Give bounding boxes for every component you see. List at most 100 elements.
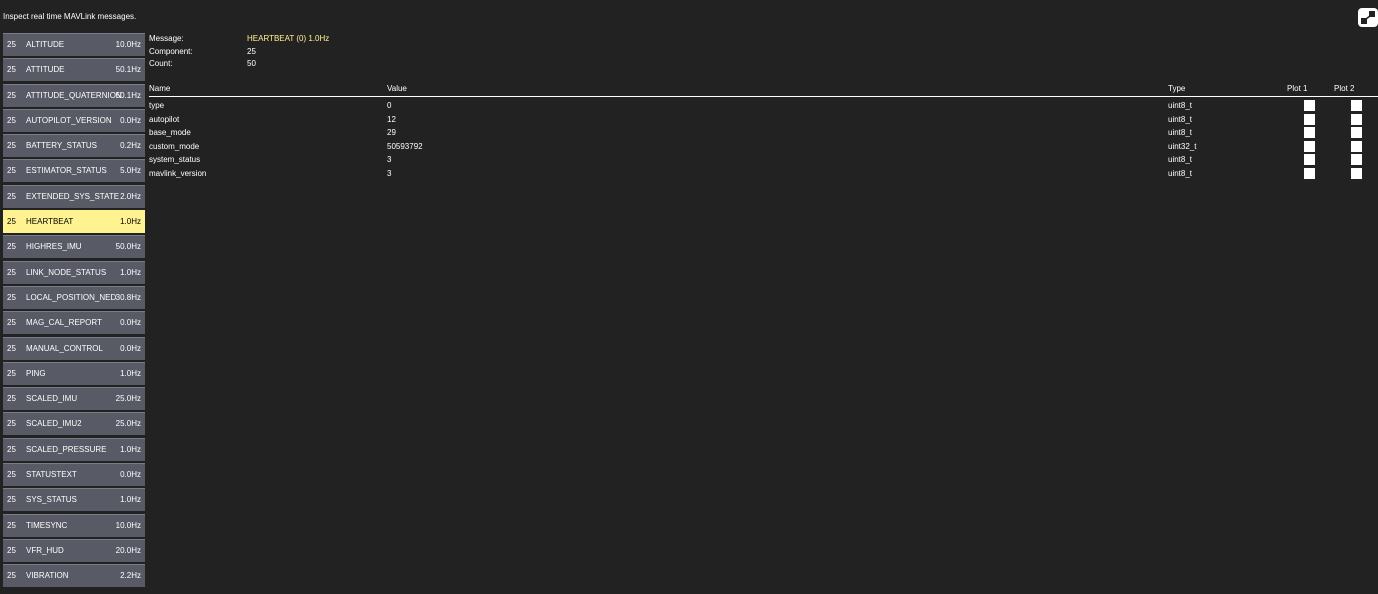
message-rate: 1.0Hz	[120, 267, 141, 277]
message-component: 25	[7, 419, 16, 429]
plot2-checkbox[interactable]	[1351, 127, 1362, 139]
message-name: SCALED_IMU2	[26, 419, 82, 429]
message-item-heartbeat[interactable]: 25 HEARTBEAT 1.0Hz	[3, 210, 145, 234]
message-name: TIMESYNC	[26, 520, 68, 530]
message-item-ping[interactable]: 25 PING 1.0Hz	[3, 361, 145, 385]
plot2-checkbox[interactable]	[1351, 167, 1362, 179]
message-name: VFR_HUD	[26, 545, 64, 555]
message-rate: 50.1Hz	[115, 65, 141, 75]
message-component: 25	[7, 394, 16, 404]
table-row: system_status 3 uint8_t	[149, 153, 1378, 167]
message-name: SCALED_IMU	[26, 394, 78, 404]
message-rate: 0.2Hz	[120, 141, 141, 151]
header-type: Type	[1168, 84, 1186, 93]
message-item-local-position-ned[interactable]: 25 LOCAL_POSITION_NED 30.8Hz	[3, 285, 145, 309]
field-name: system_status	[149, 155, 201, 165]
field-table-header: Name Value Type Plot 1 Plot 2	[149, 84, 1378, 97]
message-component: 25	[7, 90, 16, 100]
plot1-checkbox[interactable]	[1304, 167, 1315, 179]
message-name: LINK_NODE_STATUS	[26, 267, 107, 277]
plot1-checkbox[interactable]	[1304, 100, 1315, 111]
message-component: 25	[7, 444, 16, 454]
message-name: LOCAL_POSITION_NED	[26, 292, 117, 302]
message-item-statustext[interactable]: 25 STATUSTEXT 0.0Hz	[3, 463, 145, 487]
message-rate: 5.0Hz	[120, 166, 141, 176]
message-name: MAG_CAL_REPORT	[26, 318, 102, 328]
message-component: 25	[7, 571, 16, 581]
field-type: uint8_t	[1168, 128, 1193, 138]
plot1-checkbox[interactable]	[1304, 140, 1315, 152]
message-item-scaled-imu[interactable]: 25 SCALED_IMU 25.0Hz	[3, 387, 145, 411]
message-name: PING	[26, 368, 46, 378]
plot2-checkbox[interactable]	[1351, 154, 1362, 166]
table-row: autopilot 12 uint8_t	[149, 113, 1378, 127]
field-value: 29	[387, 128, 396, 138]
message-component: 25	[7, 495, 16, 505]
message-name: HEARTBEAT	[26, 217, 74, 227]
message-rate: 2.2Hz	[120, 571, 141, 581]
message-item-autopilot-version[interactable]: 25 AUTOPILOT_VERSION 0.0Hz	[3, 108, 145, 132]
header-plot2: Plot 2	[1334, 84, 1355, 93]
message-name: SCALED_PRESSURE	[26, 444, 107, 454]
field-type: uint8_t	[1168, 101, 1193, 110]
message-component: 25	[7, 217, 16, 227]
message-component: 25	[7, 292, 16, 302]
message-item-manual-control[interactable]: 25 MANUAL_CONTROL 0.0Hz	[3, 336, 145, 360]
message-component: 25	[7, 65, 16, 75]
message-item-scaled-pressure[interactable]: 25 SCALED_PRESSURE 1.0Hz	[3, 437, 145, 461]
plot1-checkbox[interactable]	[1304, 154, 1315, 166]
message-item-altitude[interactable]: 25 ALTITUDE 10.0Hz	[3, 33, 145, 56]
message-item-vibration[interactable]: 25 VIBRATION 2.2Hz	[3, 564, 145, 588]
message-item-battery-status[interactable]: 25 BATTERY_STATUS 0.2Hz	[3, 134, 145, 158]
message-component: 25	[7, 368, 16, 378]
message-name: BATTERY_STATUS	[26, 141, 97, 151]
message-name: HIGHRES_IMU	[26, 242, 82, 252]
field-type: uint8_t	[1168, 155, 1193, 165]
message-name: ALTITUDE	[26, 40, 65, 49]
message-item-sys-status[interactable]: 25 SYS_STATUS 1.0Hz	[3, 488, 145, 512]
message-item-attitude-quaternion[interactable]: 25 ATTITUDE_QUATERNION 50.1Hz	[3, 83, 145, 107]
message-rate: 0.0Hz	[120, 343, 141, 353]
count-info-row: Count: 50	[149, 58, 449, 71]
field-value: 3	[387, 168, 392, 178]
message-rate: 20.0Hz	[115, 545, 141, 555]
table-row: custom_mode 50593792 uint32_t	[149, 140, 1378, 154]
message-item-link-node-status[interactable]: 25 LINK_NODE_STATUS 1.0Hz	[3, 260, 145, 284]
message-item-highres-imu[interactable]: 25 HIGHRES_IMU 50.0Hz	[3, 235, 145, 259]
message-item-vfr-hud[interactable]: 25 VFR_HUD 20.0Hz	[3, 538, 145, 562]
message-rate: 10.0Hz	[115, 520, 141, 530]
message-rate: 0.0Hz	[120, 318, 141, 328]
message-item-mag-cal-report[interactable]: 25 MAG_CAL_REPORT 0.0Hz	[3, 311, 145, 335]
message-rate: 50.0Hz	[115, 242, 141, 252]
plot2-checkbox[interactable]	[1351, 100, 1362, 111]
message-component: 25	[7, 115, 16, 125]
message-rate: 50.1Hz	[115, 90, 141, 100]
message-name: VIBRATION	[26, 571, 69, 581]
plot2-checkbox[interactable]	[1351, 113, 1362, 125]
plot1-checkbox[interactable]	[1304, 127, 1315, 139]
message-item-extended-sys-state[interactable]: 25 EXTENDED_SYS_STATE 2.0Hz	[3, 184, 145, 208]
expand-icon	[1361, 11, 1375, 24]
field-type: uint8_t	[1168, 114, 1193, 124]
field-type: uint8_t	[1168, 168, 1193, 178]
field-name: type	[149, 101, 165, 110]
message-name: ATTITUDE	[26, 65, 65, 75]
message-rate: 25.0Hz	[115, 394, 141, 404]
field-type: uint32_t	[1168, 141, 1197, 151]
message-info: Message: HEARTBEAT (0) 1.0Hz Component: …	[149, 33, 449, 71]
message-rate: 0.0Hz	[120, 115, 141, 125]
message-item-timesync[interactable]: 25 TIMESYNC 10.0Hz	[3, 513, 145, 537]
message-component: 25	[7, 242, 16, 252]
message-item-scaled-imu2[interactable]: 25 SCALED_IMU2 25.0Hz	[3, 412, 145, 436]
plot1-checkbox[interactable]	[1304, 113, 1315, 125]
message-component: 25	[7, 545, 16, 555]
message-item-attitude[interactable]: 25 ATTITUDE 50.1Hz	[3, 58, 145, 82]
message-list: 25 ALTITUDE 10.0Hz 25 ATTITUDE 50.1Hz 25 ATTITU…	[3, 33, 145, 590]
expand-button[interactable]	[1358, 8, 1378, 27]
message-name: ESTIMATOR_STATUS	[26, 166, 107, 176]
message-item-estimator-status[interactable]: 25 ESTIMATOR_STATUS 5.0Hz	[3, 159, 145, 183]
plot2-checkbox[interactable]	[1351, 140, 1362, 152]
message-rate: 1.0Hz	[120, 217, 141, 227]
header-plot1: Plot 1	[1287, 84, 1308, 93]
message-info-row: Message: HEARTBEAT (0) 1.0Hz	[149, 33, 449, 46]
